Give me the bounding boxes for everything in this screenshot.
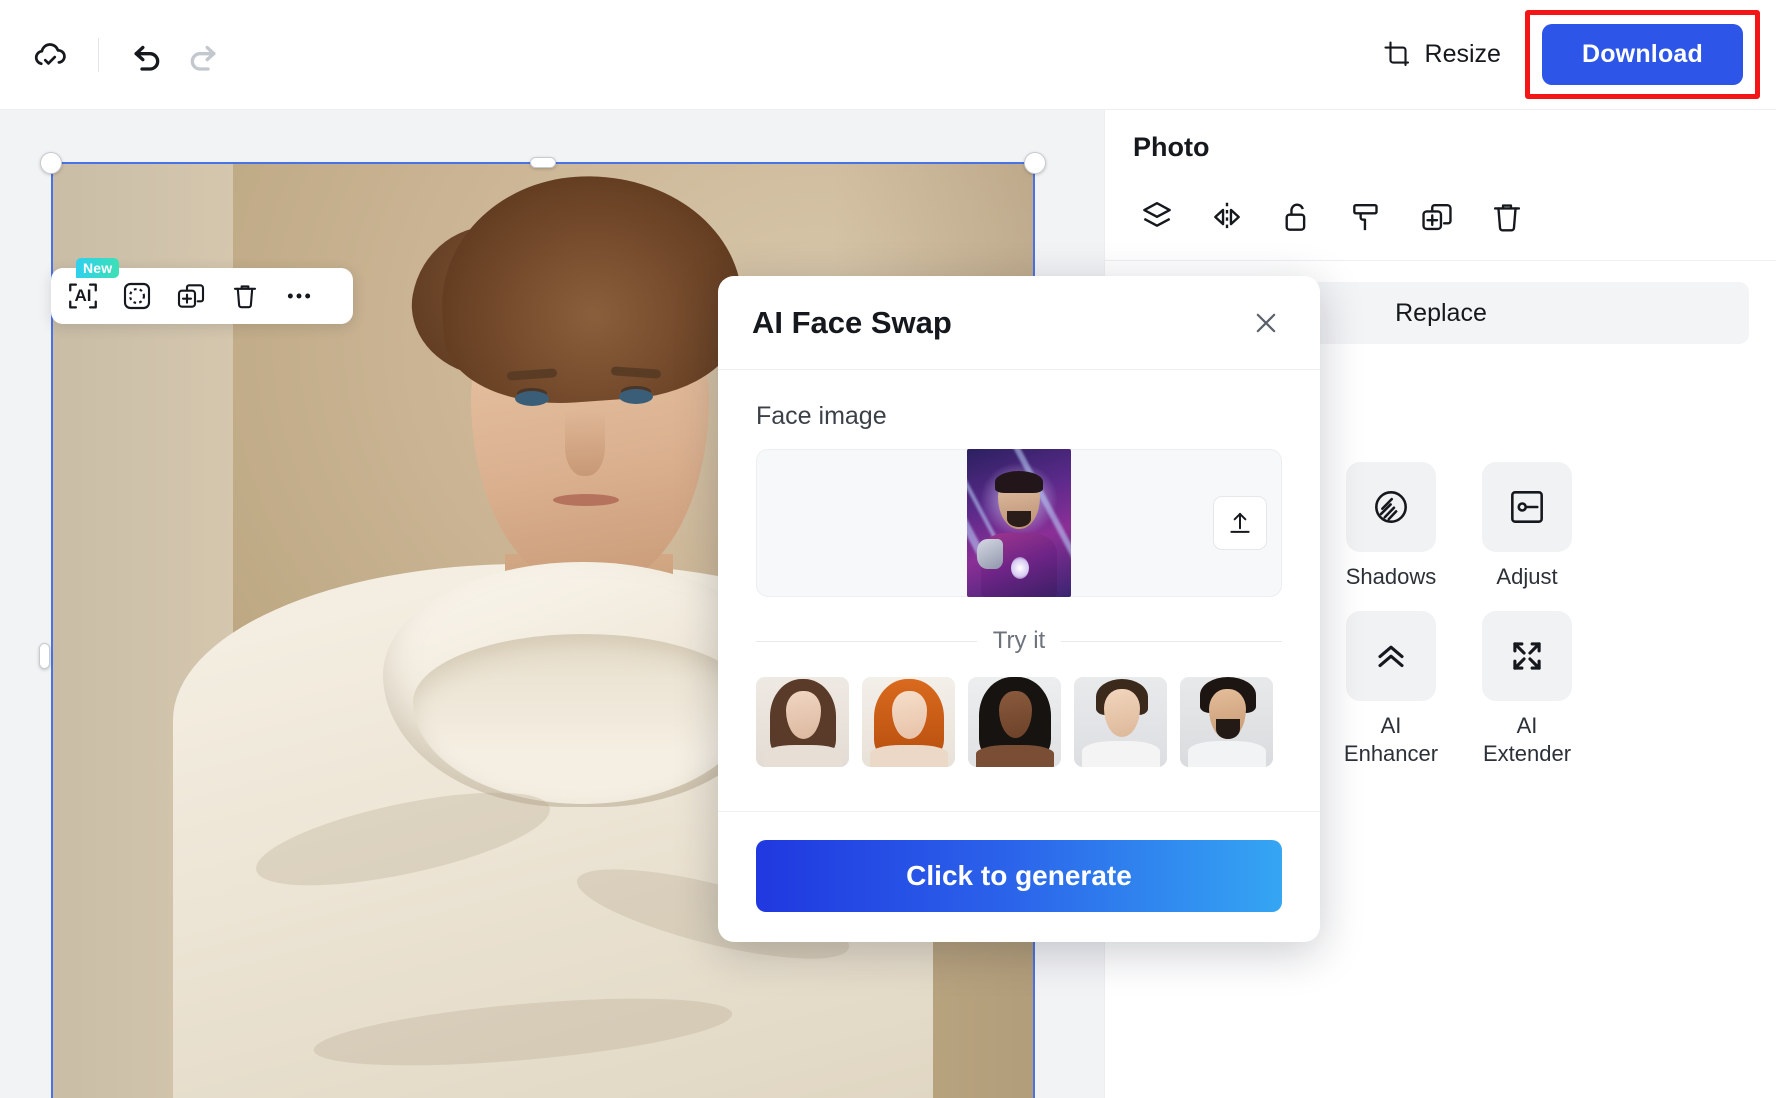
resize-handle-left-center[interactable] — [39, 643, 50, 669]
resize-label: Resize — [1424, 40, 1501, 68]
new-badge: New — [76, 258, 120, 278]
adjust-icon — [1482, 462, 1572, 552]
thumbnail-hair — [995, 471, 1043, 493]
resize-handle-top-left[interactable] — [40, 152, 62, 174]
tool-label: Shadows — [1345, 564, 1437, 589]
trash-icon — [233, 285, 257, 309]
tool-ai-enhancer[interactable]: AI Enhancer — [1337, 611, 1445, 768]
tool-label-line2: Enhancer — [1343, 741, 1439, 767]
sample-face-4[interactable] — [1074, 677, 1167, 767]
resize-handle-top-center[interactable] — [530, 157, 556, 168]
modal-header: AI Face Swap — [718, 276, 1320, 370]
unlock-icon[interactable] — [1273, 193, 1321, 241]
tool-label: AI Extender — [1483, 712, 1571, 768]
upload-icon[interactable] — [1213, 496, 1267, 550]
tool-shadows[interactable]: Shadows — [1337, 462, 1445, 591]
modal-footer: Click to generate — [718, 811, 1320, 942]
ai-tool-button[interactable]: New AI — [57, 258, 120, 322]
modal-body: Face image Try it — [718, 370, 1320, 767]
panel-tool-grid: Shadows Adjust AI Enhancer AI Extender — [1337, 462, 1581, 768]
chevrons-up-icon — [1346, 611, 1436, 702]
panel-divider — [1105, 260, 1776, 261]
redo-icon[interactable] — [175, 27, 231, 83]
divider-line-right — [1061, 640, 1282, 642]
duplicate-icon — [177, 284, 205, 308]
duplicate-button[interactable] — [165, 270, 217, 322]
more-horizontal-icon — [287, 293, 311, 299]
flip-horizontal-icon[interactable] — [1203, 193, 1251, 241]
expand-icon — [1482, 611, 1572, 702]
shadows-icon — [1346, 462, 1436, 552]
layers-icon[interactable] — [1133, 193, 1181, 241]
tool-label: AI Enhancer — [1344, 712, 1438, 768]
thumbnail-shoulder — [977, 539, 1003, 569]
tool-ai-extender[interactable]: AI Extender — [1473, 611, 1581, 768]
top-toolbar: Resize Download — [0, 0, 1776, 110]
crop-icon — [1383, 40, 1413, 70]
tool-label-line1: AI — [1380, 713, 1402, 739]
panel-quick-actions — [1105, 163, 1776, 241]
sample-face-1[interactable] — [756, 677, 849, 767]
trash-icon[interactable] — [1483, 193, 1531, 241]
divider-line-left — [756, 640, 977, 642]
sample-faces-row — [756, 677, 1282, 767]
sample-face-5[interactable] — [1180, 677, 1273, 767]
tool-label-line1: AI — [1516, 713, 1538, 739]
try-it-divider: Try it — [756, 627, 1282, 655]
cloud-check-icon[interactable] — [22, 27, 78, 83]
panel-title: Photo — [1133, 132, 1210, 162]
face-image-label: Face image — [756, 402, 887, 430]
resize-button[interactable]: Resize — [1365, 30, 1519, 80]
photo-eye-right — [619, 389, 653, 404]
tool-label-line2: Extender — [1482, 741, 1572, 767]
dashed-circle-icon — [123, 282, 151, 310]
thumbnail-arc-reactor — [1011, 557, 1029, 579]
photo-mouth — [553, 494, 619, 506]
download-button[interactable]: Download — [1541, 24, 1743, 85]
sample-face-3[interactable] — [968, 677, 1061, 767]
undo-icon[interactable] — [119, 27, 175, 83]
app-root: Resize Download New AI Photo Replace Sha… — [0, 0, 1776, 1098]
paint-roller-icon[interactable] — [1343, 193, 1391, 241]
photo-eye-left — [515, 391, 549, 406]
face-image-dropzone[interactable] — [756, 449, 1282, 597]
top-toolbar-left — [0, 27, 231, 83]
top-toolbar-right: Resize Download — [1365, 10, 1776, 99]
selected-face-thumbnail[interactable] — [967, 449, 1071, 597]
sample-face-2[interactable] — [862, 677, 955, 767]
delete-button[interactable] — [219, 270, 271, 322]
ai-label: AI — [74, 286, 92, 305]
more-options-button[interactable] — [273, 270, 325, 322]
toolbar-divider — [98, 37, 99, 72]
ai-face-swap-modal: AI Face Swap Face image Try it Click to … — [718, 276, 1320, 942]
remove-background-button[interactable] — [111, 270, 163, 322]
generate-button[interactable]: Click to generate — [756, 840, 1282, 912]
tool-adjust[interactable]: Adjust — [1473, 462, 1581, 591]
try-it-label: Try it — [992, 627, 1046, 654]
photo-nose — [565, 412, 605, 476]
close-icon[interactable] — [1246, 303, 1286, 343]
modal-title: AI Face Swap — [752, 304, 952, 340]
tool-label: Adjust — [1496, 564, 1558, 589]
duplicate-icon[interactable] — [1413, 193, 1461, 241]
resize-handle-top-right[interactable] — [1024, 152, 1046, 174]
object-floating-toolbar: New AI — [51, 258, 353, 324]
download-highlight-wrapper: Download — [1524, 10, 1760, 99]
thumbnail-beard — [1007, 511, 1031, 527]
